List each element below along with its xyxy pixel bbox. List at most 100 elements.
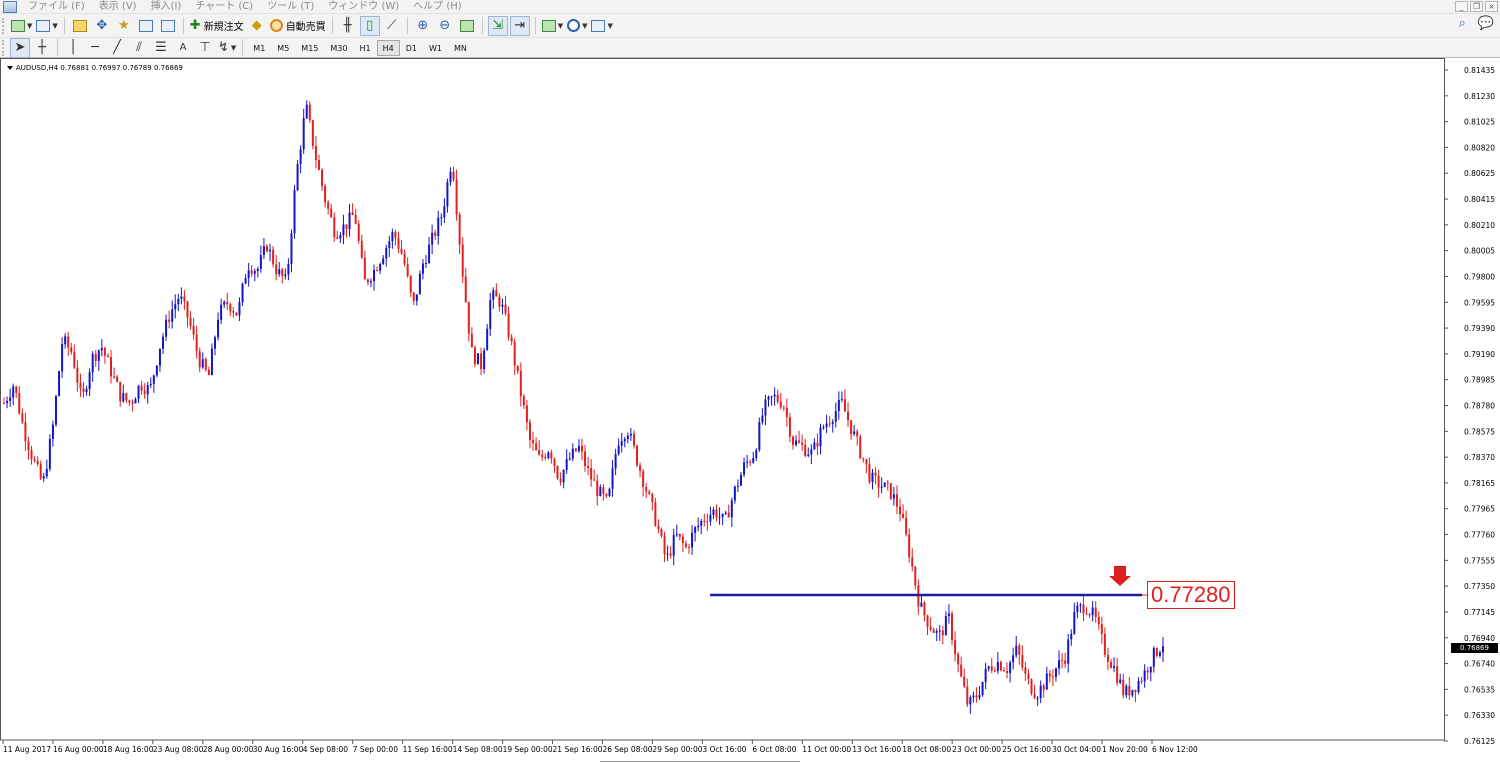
periods-button[interactable]: ▼	[566, 16, 588, 36]
candle-body	[556, 465, 559, 479]
candle-body	[752, 458, 755, 463]
menu-tools[interactable]: ツール (T)	[260, 0, 321, 14]
timeframe-w1-button[interactable]: W1	[423, 40, 448, 56]
candle-body	[663, 535, 666, 554]
menu-view[interactable]: 表示 (V)	[92, 0, 144, 14]
timeframe-m30-button[interactable]: M30	[324, 40, 353, 56]
candle-body	[608, 488, 611, 496]
zoom-out-button[interactable]: ⊖	[435, 16, 455, 36]
text-button[interactable]: A	[173, 38, 193, 58]
time-axis-label: 11 Sep 16:00	[403, 745, 453, 754]
tile-windows-button[interactable]	[457, 16, 477, 36]
cursor-button[interactable]: ➤	[10, 37, 30, 58]
price-annotation-label: 0.77280	[1147, 581, 1235, 609]
toolbar-grip[interactable]	[2, 39, 6, 56]
vertical-line-button[interactable]: │	[63, 38, 83, 58]
restore-icon[interactable]: ❐	[1470, 1, 1483, 12]
equidistant-channel-icon: ⫽	[136, 39, 142, 55]
profiles-button[interactable]: ▼	[35, 16, 58, 36]
equidistant-channel-button[interactable]: ⫽	[129, 38, 149, 58]
zoom-in-button[interactable]: ⊕	[413, 16, 433, 36]
timeframe-h4-button[interactable]: H4	[376, 39, 400, 56]
candle-body	[623, 439, 626, 442]
menu-help[interactable]: ヘルプ (H)	[406, 0, 469, 14]
timeframe-m1-button[interactable]: M1	[247, 40, 271, 56]
terminal-button[interactable]	[136, 16, 156, 36]
timeframe-m15-button[interactable]: M15	[295, 40, 324, 56]
time-axis-label: 23 Oct 00:00	[952, 745, 1001, 754]
navigator-button[interactable]: ★	[114, 16, 134, 36]
candle-body	[400, 248, 403, 254]
candle-body	[1064, 660, 1067, 664]
candle-body	[1158, 652, 1161, 656]
candle-body	[48, 438, 51, 469]
new-chart-button[interactable]: ▼	[10, 16, 33, 36]
candle-body	[247, 270, 250, 279]
arrows-button[interactable]: ↯ ▼	[217, 38, 237, 58]
candle-body	[1116, 666, 1119, 683]
candle-body	[703, 520, 706, 522]
candle-body	[782, 407, 785, 409]
new-order-button[interactable]: ✚ 新規注文	[189, 16, 245, 36]
candle-body	[1067, 639, 1070, 664]
metaeditor-button[interactable]: ◆	[247, 16, 267, 36]
candle-body	[617, 445, 620, 455]
candle-body	[960, 664, 963, 677]
data-window-button[interactable]: ✥	[92, 16, 112, 36]
crosshair-button[interactable]: ┼	[32, 38, 52, 58]
autoscroll-button[interactable]: ⇲	[487, 15, 508, 36]
candle-body	[6, 400, 9, 404]
horizontal-line-icon: ─	[91, 39, 99, 55]
templates-button[interactable]: ▼	[590, 16, 613, 36]
menu-charts[interactable]: チャート (C)	[188, 0, 260, 14]
trendline-button[interactable]: ╱	[107, 38, 127, 58]
price-chart[interactable]: 0.81435 0.81230 0.81025 0.80820 0.80625 0.804…	[0, 58, 1500, 762]
candle-body	[210, 348, 213, 375]
price-axis-label: 0.80820	[1464, 143, 1495, 152]
search-icon[interactable]: ⌕	[1459, 17, 1466, 31]
chart-shift-button[interactable]: ⇥	[509, 15, 530, 36]
close-icon[interactable]: ×	[1485, 1, 1498, 12]
candle-body	[106, 355, 109, 358]
chat-icon[interactable]: 💬	[1478, 17, 1494, 31]
menu-insert[interactable]: 挿入(I)	[144, 0, 189, 14]
price-axis-label: 0.78985	[1464, 376, 1495, 385]
minimize-icon[interactable]: _	[1455, 1, 1468, 12]
fibonacci-button[interactable]: ☰	[151, 38, 171, 58]
menu-window[interactable]: ウィンドウ (W)	[321, 0, 406, 14]
timeframe-mn-button[interactable]: MN	[448, 40, 473, 56]
chart-shift-icon: ⇥	[514, 17, 526, 33]
candle-body	[1134, 689, 1137, 693]
text-label-button[interactable]: ⊤	[195, 38, 215, 58]
timeframe-m5-button[interactable]: M5	[271, 40, 295, 56]
line-chart-button[interactable]: ⟋	[382, 16, 402, 36]
toolbar-grip[interactable]	[2, 17, 6, 34]
arrows-icon: ↯	[218, 39, 229, 55]
timeframe-d1-button[interactable]: D1	[400, 40, 423, 56]
candle-body	[675, 533, 678, 536]
indicators-button[interactable]: ▼	[541, 16, 564, 36]
candle-body	[593, 479, 596, 481]
time-axis-label: 1 Nov 20:00	[1102, 745, 1148, 754]
timeframe-h1-button[interactable]: H1	[353, 40, 376, 56]
candle-body	[369, 281, 372, 283]
horizontal-line-button[interactable]: ─	[85, 38, 105, 58]
candle-body	[975, 695, 978, 698]
candle-body	[223, 301, 226, 305]
auto-trade-button[interactable]: 自動売買	[269, 16, 327, 36]
menu-file[interactable]: ファイル (F)	[21, 0, 92, 14]
candle-body	[791, 436, 794, 445]
chart-window[interactable]: 0.81435 0.81230 0.81025 0.80820 0.80625 0.804…	[0, 58, 1500, 762]
candlestick-button[interactable]: ▯	[359, 15, 380, 36]
market-watch-button[interactable]	[70, 16, 90, 36]
strategy-tester-button[interactable]	[158, 16, 178, 36]
price-axis-label: 0.78575	[1464, 427, 1495, 436]
candle-body	[165, 319, 168, 337]
candle-body	[1155, 647, 1158, 656]
candle-body	[455, 179, 458, 215]
dropdown-triangle-icon[interactable]	[7, 66, 13, 70]
bar-chart-button[interactable]: ╫	[338, 16, 358, 36]
candle-body	[1009, 662, 1012, 674]
candle-body	[428, 244, 431, 263]
candle-body	[899, 506, 902, 514]
